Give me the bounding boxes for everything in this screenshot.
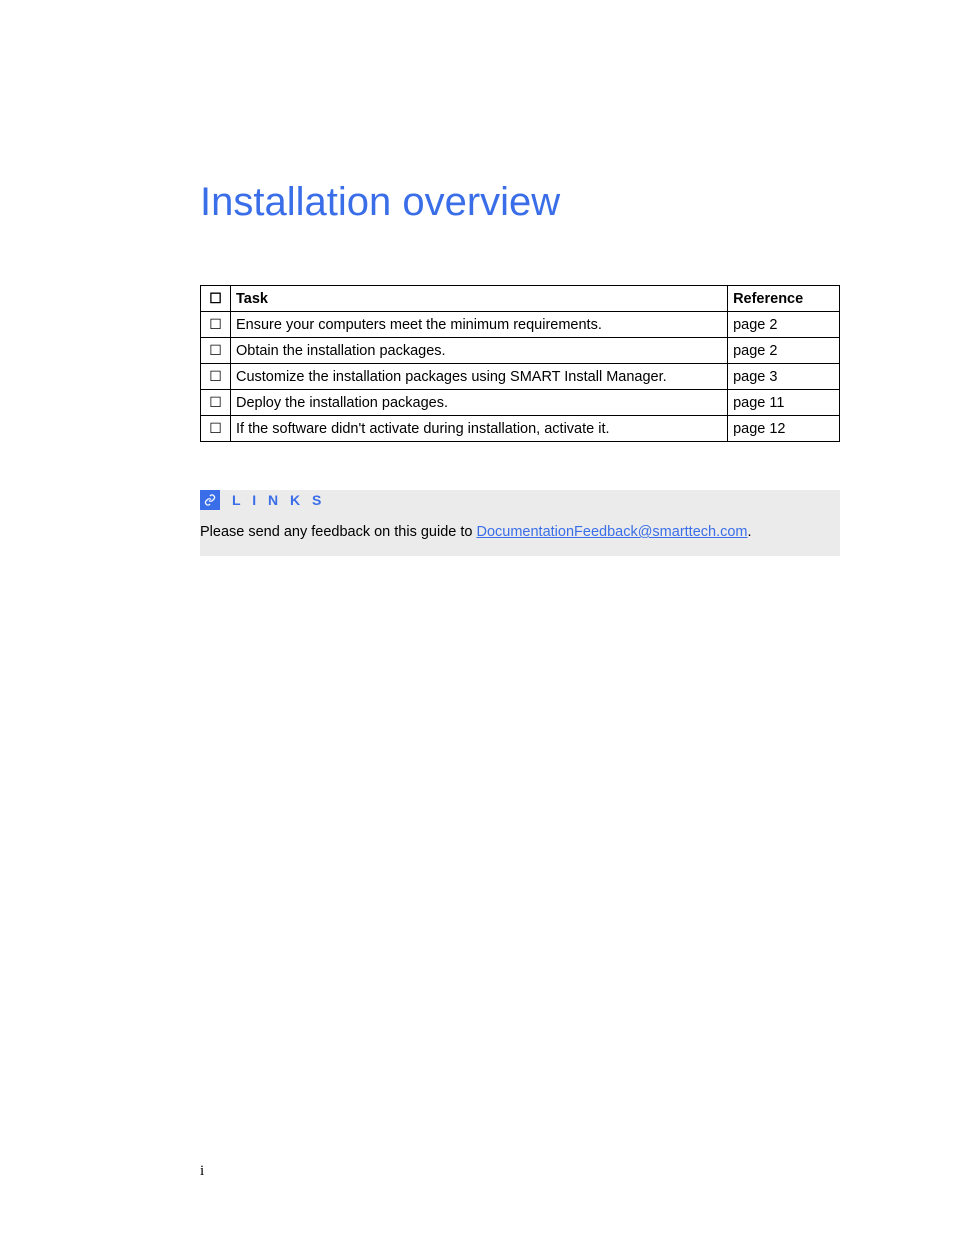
row-task: Obtain the installation packages. bbox=[230, 338, 727, 364]
links-section: L I N K S Please send any feedback on th… bbox=[200, 490, 840, 556]
page-number: i bbox=[200, 1163, 204, 1180]
row-checkbox: ☐ bbox=[201, 390, 231, 416]
row-reference: page 2 bbox=[728, 338, 840, 364]
links-title: L I N K S bbox=[232, 492, 325, 508]
row-checkbox: ☐ bbox=[201, 416, 231, 442]
link-icon bbox=[200, 490, 220, 510]
header-reference: Reference bbox=[728, 286, 840, 312]
table-row: ☐ If the software didn't activate during… bbox=[201, 416, 840, 442]
row-reference: page 3 bbox=[728, 364, 840, 390]
header-task: Task bbox=[230, 286, 727, 312]
table-row: ☐ Deploy the installation packages. page… bbox=[201, 390, 840, 416]
row-task: Ensure your computers meet the minimum r… bbox=[230, 312, 727, 338]
row-reference: page 2 bbox=[728, 312, 840, 338]
row-checkbox: ☐ bbox=[201, 312, 231, 338]
links-body-suffix: . bbox=[748, 524, 752, 540]
table-row: ☐ Customize the installation packages us… bbox=[201, 364, 840, 390]
table-header-row: ☐ Task Reference bbox=[201, 286, 840, 312]
task-table: ☐ Task Reference ☐ Ensure your computers… bbox=[200, 285, 840, 442]
table-row: ☐ Obtain the installation packages. page… bbox=[201, 338, 840, 364]
links-body: Please send any feedback on this guide t… bbox=[200, 510, 840, 556]
feedback-email-link[interactable]: DocumentationFeedback@smarttech.com bbox=[477, 524, 748, 540]
row-task: If the software didn't activate during i… bbox=[230, 416, 727, 442]
links-body-prefix: Please send any feedback on this guide t… bbox=[200, 524, 477, 540]
row-reference: page 11 bbox=[728, 390, 840, 416]
row-task: Customize the installation packages usin… bbox=[230, 364, 727, 390]
row-checkbox: ☐ bbox=[201, 364, 231, 390]
row-checkbox: ☐ bbox=[201, 338, 231, 364]
row-reference: page 12 bbox=[728, 416, 840, 442]
row-task: Deploy the installation packages. bbox=[230, 390, 727, 416]
links-header: L I N K S bbox=[200, 490, 840, 510]
page-title: Installation overview bbox=[200, 180, 844, 225]
header-checkbox: ☐ bbox=[201, 286, 231, 312]
table-row: ☐ Ensure your computers meet the minimum… bbox=[201, 312, 840, 338]
